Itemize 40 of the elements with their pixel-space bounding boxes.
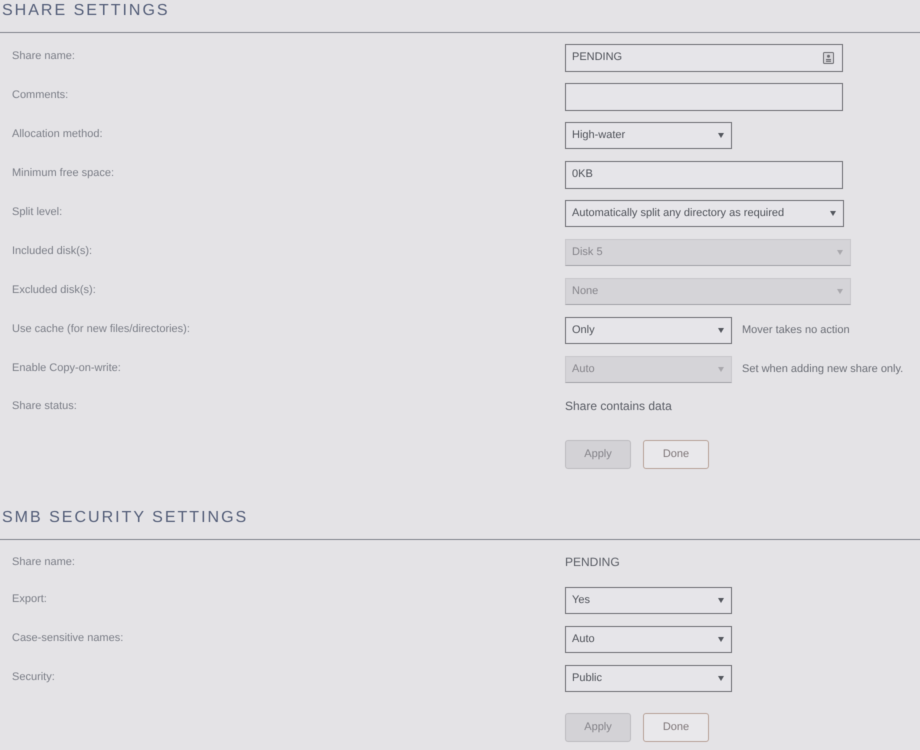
hint-text: Mover takes no action [742, 323, 850, 338]
field-label: Allocation method: [12, 127, 102, 141]
caret-down-icon [837, 289, 843, 294]
value-text: Share contains data [565, 398, 672, 414]
action-button[interactable]: Done [643, 440, 709, 469]
dropdown[interactable]: Only [565, 317, 732, 344]
dropdown[interactable]: Auto [565, 626, 732, 653]
field-label: Comments: [12, 88, 68, 102]
action-button[interactable]: Done [643, 713, 709, 742]
hint-text: Set when adding new share only. [742, 362, 904, 378]
field-label: Enable Copy-on-write: [12, 361, 121, 375]
dropdown[interactable]: High-water [565, 122, 732, 149]
field-label: Export: [12, 592, 47, 606]
caret-down-icon [830, 211, 836, 216]
caret-down-icon [718, 637, 724, 642]
field-label: Security: [12, 670, 55, 684]
dropdown[interactable]: Automatically split any directory as required [565, 200, 844, 227]
field-label: Case-sensitive names: [12, 631, 124, 645]
field-label: Split level: [12, 205, 62, 219]
dropdown[interactable]: Yes [565, 587, 732, 614]
field-label: Excluded disk(s): [12, 283, 96, 297]
caret-down-icon [837, 250, 843, 255]
value-text: PENDING [565, 554, 620, 570]
caret-down-icon [718, 598, 724, 603]
caret-down-icon [718, 133, 724, 138]
field-label: Share name: [12, 49, 75, 63]
field-label: Share status: [12, 398, 77, 412]
text-field[interactable] [565, 82, 843, 110]
field-label: Use cache (for new files/directories): [12, 322, 190, 336]
caret-down-icon [718, 328, 724, 333]
section-heading: SMB SECURITY SETTINGS [2, 508, 250, 528]
text-field[interactable]: PENDING [565, 44, 843, 72]
text-field[interactable]: 0KB [565, 160, 843, 188]
caret-down-icon [718, 676, 724, 681]
section-heading: SHARE SETTINGS [2, 1, 171, 21]
caret-down-icon [718, 367, 724, 372]
field-label: Included disk(s): [12, 244, 92, 258]
field-label: Minimum free space: [12, 166, 114, 180]
dropdown[interactable]: Public [565, 665, 732, 692]
field-label: Share name: [12, 554, 75, 568]
